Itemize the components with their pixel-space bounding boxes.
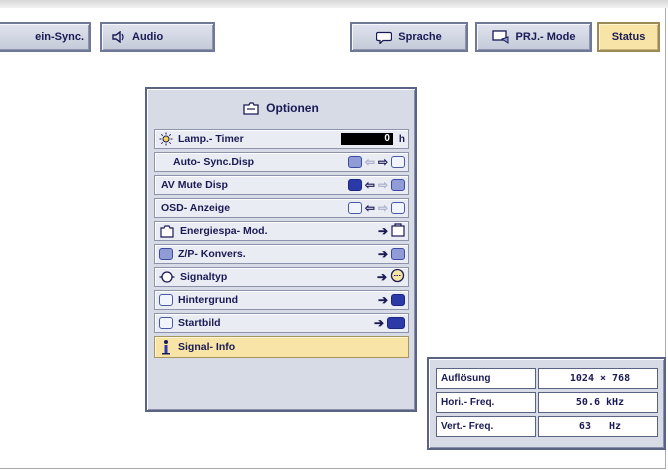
arrow-left-icon: ⇦ [364, 155, 375, 169]
info-row-vert-freq: Vert.- Freq. 63 Hz [436, 416, 658, 437]
tab-label: Audio [132, 31, 164, 43]
arrow-left-icon: ⇦ [364, 201, 375, 215]
menu-item-label: OSD- Anzeige [161, 202, 231, 214]
menu-item-label: Energiespa- Mod. [180, 225, 268, 237]
menu-item-lamp-timer[interactable]: Lamp.- Timer 0 h [154, 129, 409, 149]
submenu-group: ➔ [376, 268, 405, 286]
option-on-icon [347, 179, 362, 191]
background-submenu-icon [391, 294, 405, 306]
tab-sprache[interactable]: Sprache [350, 22, 468, 52]
menu-item-label: Signal- Info [178, 341, 236, 353]
toggle-group[interactable]: ⇦ ⇨ [347, 178, 405, 192]
energy-submenu-icon [391, 222, 405, 240]
menu-item-label: Z/P- Konvers. [178, 248, 246, 260]
arrow-right-icon: ⇨ [377, 155, 388, 169]
menu-item-hintergrund[interactable]: Hintergrund ➔ [154, 290, 409, 310]
menu-item-startbild[interactable]: Startbild ➔ [154, 313, 409, 333]
menu-item-label: Signaltyp [180, 271, 228, 283]
conversion-submenu-icon [391, 248, 405, 260]
option-on-icon [347, 202, 362, 214]
menu-item-zp-konvers[interactable]: Z/P- Konvers. ➔ [154, 244, 409, 264]
info-row-hori-freq: Hori.- Freq. 50.6 kHz [436, 392, 658, 413]
submenu-arrow-icon: ➔ [377, 293, 388, 307]
menu-item-label: Startbild [178, 317, 221, 329]
tab-label: ein-Sync. [35, 31, 84, 43]
lamp-icon [159, 132, 173, 146]
menu-item-av-mute-disp[interactable]: AV Mute Disp ⇦ ⇨ [154, 175, 409, 195]
tab-label: Status [611, 31, 646, 43]
signal-connector-icon [159, 270, 175, 284]
energy-save-icon [159, 224, 175, 238]
tab-status[interactable]: Status [597, 22, 660, 52]
tab-audio[interactable]: Audio [100, 22, 215, 52]
submenu-arrow-icon: ➔ [373, 316, 384, 330]
background-icon [159, 294, 173, 306]
menu-item-label: AV Mute Disp [161, 179, 228, 191]
submenu-arrow-icon: ➔ [376, 270, 387, 284]
menu-item-label: Lamp.- Timer [178, 133, 244, 145]
lamp-timer-value: 0 [340, 133, 393, 145]
menu-item-osd-anzeige[interactable]: OSD- Anzeige ⇦ ⇨ [154, 198, 409, 218]
option-off-icon [391, 202, 405, 214]
submenu-arrow-icon: ➔ [377, 247, 388, 261]
options-panel: Optionen Lamp.- Timer 0 h Auto- Sync.Dis… [145, 87, 417, 412]
menu-item-label: Auto- Sync.Disp [173, 156, 255, 168]
info-value: 63 Hz [538, 416, 658, 437]
lamp-timer-unit: h [398, 133, 405, 145]
info-row-resolution: Auflösung 1024 × 768 [436, 368, 658, 389]
top-strip [0, 0, 668, 8]
info-key: Auflösung [436, 368, 536, 389]
menu-item-energiespar-mod[interactable]: Energiespa- Mod. ➔ [154, 221, 409, 241]
speech-bubble-icon [376, 31, 393, 44]
submenu-group: ➔ [374, 316, 405, 330]
toggle-group[interactable]: ⇦ ⇨ [347, 201, 405, 215]
lamp-timer-value-group: 0 h [340, 132, 405, 146]
signal-info-icon [159, 339, 173, 355]
arrow-left-icon: ⇦ [364, 178, 375, 192]
tab-prj-mode[interactable]: PRJ.- Mode [475, 22, 592, 52]
tab-fein-sync[interactable]: ein-Sync. [0, 22, 91, 52]
menu-item-signal-info[interactable]: Signal- Info [154, 336, 409, 358]
projector-mode-icon [491, 30, 510, 44]
tab-label: Sprache [398, 31, 442, 43]
option-on-icon [347, 156, 362, 168]
menu-item-auto-sync-disp[interactable]: Auto- Sync.Disp ⇦ ⇨ [154, 152, 409, 172]
tab-label: PRJ.- Mode [515, 31, 576, 43]
menu-item-signaltyp[interactable]: Signaltyp ➔ [154, 267, 409, 287]
info-key: Hori.- Freq. [436, 392, 536, 413]
startup-image-icon [159, 317, 173, 329]
panel-title-text: Optionen [266, 101, 319, 115]
conversion-icon [159, 248, 173, 260]
toggle-group[interactable]: ⇦ ⇨ [347, 155, 405, 169]
speaker-icon [112, 31, 126, 43]
info-value: 1024 × 768 [538, 368, 658, 389]
options-folder-icon [243, 101, 259, 115]
signal-submenu-icon [390, 268, 405, 286]
option-off-icon [391, 179, 405, 191]
arrow-right-icon: ⇨ [377, 201, 388, 215]
submenu-group: ➔ [377, 222, 405, 240]
submenu-group: ➔ [378, 247, 405, 261]
signal-info-panel: Auflösung 1024 × 768 Hori.- Freq. 50.6 k… [427, 357, 666, 450]
panel-title: Optionen [147, 89, 415, 127]
startup-submenu-icon [387, 317, 405, 329]
info-key: Vert.- Freq. [436, 416, 536, 437]
option-off-icon [391, 156, 405, 168]
menu-item-label: Hintergrund [178, 294, 239, 306]
arrow-right-icon: ⇨ [377, 178, 388, 192]
submenu-group: ➔ [378, 293, 405, 307]
submenu-arrow-icon: ➔ [377, 224, 388, 238]
info-value: 50.6 kHz [538, 392, 658, 413]
